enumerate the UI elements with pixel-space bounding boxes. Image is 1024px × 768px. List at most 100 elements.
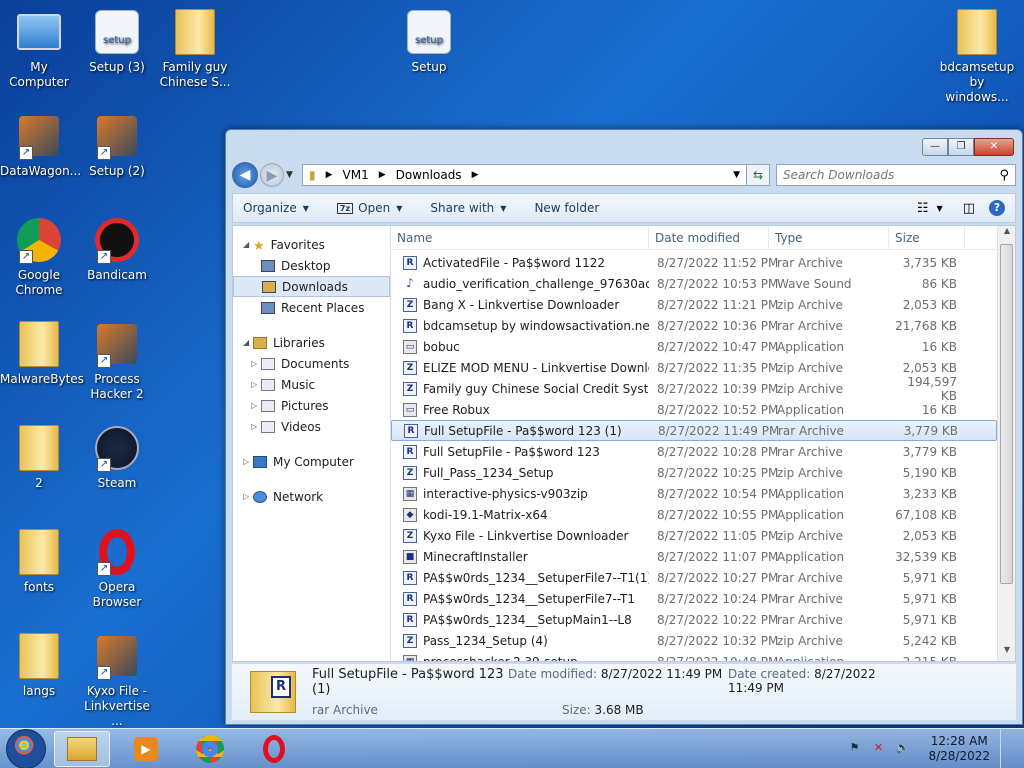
- show-desktop-button[interactable]: [1000, 728, 1014, 768]
- desktop-icon[interactable]: MalwareBytes: [0, 320, 84, 387]
- file-name-text: kodi-19.1-Matrix-x64: [423, 507, 548, 522]
- column-date-modified[interactable]: Date modified: [649, 226, 769, 250]
- expand-triangle-icon[interactable]: ◢: [243, 240, 253, 249]
- action-center-icon[interactable]: ⚑: [846, 741, 862, 757]
- taskbar-opera[interactable]: [246, 731, 302, 767]
- minimize-button[interactable]: —: [922, 138, 948, 156]
- file-size: 2,215 KB: [889, 655, 965, 662]
- file-row[interactable]: R ActivatedFile - Pa$$word 1122 8/27/2022 …: [391, 252, 997, 273]
- taskbar-media-player[interactable]: ▶: [118, 731, 174, 767]
- preview-pane-icon[interactable]: ◫: [963, 201, 975, 216]
- start-button[interactable]: [6, 728, 46, 768]
- recent-pages-dropdown[interactable]: ▼: [286, 170, 298, 180]
- file-row[interactable]: ▭ bobuc 8/27/2022 10:47 PM Application 16 KB: [391, 336, 997, 357]
- desktop-icon[interactable]: ↗ Kyxo File - Linkvertise ...: [78, 632, 156, 729]
- nav-item-pictures[interactable]: ▷ Pictures: [233, 395, 390, 416]
- clock[interactable]: 12:28 AM 8/28/2022: [928, 734, 990, 764]
- close-button[interactable]: ✕: [974, 138, 1014, 156]
- column-size[interactable]: Size: [889, 226, 965, 250]
- file-row[interactable]: Z Full_Pass_1234_Setup 8/27/2022 10:25 PM z…: [391, 462, 997, 483]
- collapse-triangle-icon[interactable]: ▷: [251, 422, 261, 431]
- file-row[interactable]: R PA$$w0rds_1234__SetuperFile7--T1(1) 8/27…: [391, 567, 997, 588]
- scroll-thumb[interactable]: [1000, 244, 1013, 584]
- scroll-down-icon[interactable]: ▼: [998, 645, 1015, 661]
- file-row[interactable]: R PA$$w0rds_1234__SetupMain1--L8 8/27/2022…: [391, 609, 997, 630]
- nav-libraries[interactable]: ◢ Libraries: [233, 332, 390, 353]
- desktop-icon[interactable]: ↗ Process Hacker 2: [78, 320, 156, 402]
- view-options-icon[interactable]: ☷: [917, 201, 929, 216]
- file-row[interactable]: ▦ interactive-physics-v903zip 8/27/2022 10…: [391, 483, 997, 504]
- file-row[interactable]: R Full SetupFile - Pa$$word 123 8/27/2022 …: [391, 441, 997, 462]
- file-size: 21,768 KB: [895, 318, 957, 333]
- nav-favorites[interactable]: ◢ ★ Favorites: [233, 234, 390, 255]
- chevron-down-icon[interactable]: ▼: [937, 204, 943, 213]
- file-row[interactable]: Z Pass_1234_Setup (4) 8/27/2022 10:32 PM zi…: [391, 630, 997, 651]
- share-with-button[interactable]: Share with ▼: [430, 201, 506, 215]
- nav-item-recent-places[interactable]: Recent Places: [233, 297, 390, 318]
- file-date: 8/27/2022 11:05 PM: [657, 528, 779, 543]
- breadcrumb-downloads[interactable]: Downloads: [396, 168, 462, 182]
- nav-item-downloads[interactable]: Downloads: [233, 276, 390, 297]
- file-row[interactable]: ▦ processhacker-2.39-setup 8/27/2022 10:48…: [391, 651, 997, 661]
- desktop-icon[interactable]: 2: [0, 424, 78, 491]
- forward-button[interactable]: ▶: [260, 163, 284, 187]
- desktop-icon[interactable]: ↗ Opera Browser: [78, 528, 156, 610]
- column-name[interactable]: Name: [391, 226, 649, 250]
- collapse-triangle-icon[interactable]: ▷: [243, 492, 253, 501]
- refresh-button[interactable]: ⇆: [746, 164, 770, 186]
- desktop-icon[interactable]: fonts: [0, 528, 78, 595]
- file-row[interactable]: ■ MinecraftInstaller 8/27/2022 11:07 PM App…: [391, 546, 997, 567]
- nav-item-desktop[interactable]: Desktop: [233, 255, 390, 276]
- collapse-triangle-icon[interactable]: ▷: [251, 380, 261, 389]
- file-row[interactable]: Z Family guy Chinese Social Credit System…: [391, 375, 997, 403]
- back-button[interactable]: ◀: [232, 162, 258, 188]
- collapse-triangle-icon[interactable]: ▷: [251, 401, 261, 410]
- open-button[interactable]: 7z Open ▼: [336, 201, 402, 215]
- file-row[interactable]: ▭ Free Robux 8/27/2022 10:52 PM Application…: [391, 399, 997, 420]
- file-row[interactable]: R PA$$w0rds_1234__SetuperFile7--T1 8/27/20…: [391, 588, 997, 609]
- network-status-icon[interactable]: ✕: [870, 741, 886, 757]
- title-bar[interactable]: — ❐ ✕: [226, 130, 1022, 161]
- file-row[interactable]: R Full SetupFile - Pa$$word 123 (1) 8/27/2…: [391, 420, 997, 441]
- nav-my-computer[interactable]: ▷ My Computer: [233, 451, 390, 472]
- column-type[interactable]: Type: [769, 226, 889, 250]
- scroll-up-icon[interactable]: ▲: [998, 226, 1015, 242]
- desktop-icon[interactable]: ↗ Google Chrome: [0, 216, 78, 298]
- desktop-icon[interactable]: ↗ Setup (2): [78, 112, 156, 179]
- file-row[interactable]: Z Bang X - Linkvertise Downloader 8/27/202…: [391, 294, 997, 315]
- help-icon[interactable]: ?: [989, 200, 1005, 216]
- taskbar-chrome[interactable]: [182, 731, 238, 767]
- desktop-icon[interactable]: langs: [0, 632, 78, 699]
- nav-item-documents[interactable]: ▷ Documents: [233, 353, 390, 374]
- volume-icon[interactable]: 🔈: [894, 741, 910, 757]
- desktop-icon[interactable]: ↗ Steam: [78, 424, 156, 491]
- desktop-icon[interactable]: My Computer: [0, 8, 78, 90]
- desktop-icon[interactable]: Family guy Chinese S...: [156, 8, 234, 90]
- taskbar-explorer[interactable]: [54, 730, 110, 767]
- file-row[interactable]: Z Kyxo File - Linkvertise Downloader 8/27/…: [391, 525, 997, 546]
- search-input[interactable]: [783, 168, 983, 182]
- nav-network[interactable]: ▷ Network: [233, 486, 390, 507]
- file-row[interactable]: Rbdcamsetup by windowsactivation.net 8/27…: [391, 315, 997, 336]
- address-dropdown-icon[interactable]: ▼: [733, 170, 740, 180]
- expand-triangle-icon[interactable]: ◢: [243, 338, 253, 347]
- desktop-icon[interactable]: bdcamsetup by windows...: [938, 8, 1016, 105]
- file-row[interactable]: ◆ kodi-19.1-Matrix-x64 8/27/2022 10:55 PM A…: [391, 504, 997, 525]
- nav-item-videos[interactable]: ▷ Videos: [233, 416, 390, 437]
- breadcrumb-vm1[interactable]: VM1: [343, 168, 369, 182]
- maximize-button[interactable]: ❐: [948, 138, 974, 156]
- desktop-icon[interactable]: ↗ DataWagon...: [0, 112, 81, 179]
- breadcrumb-separator-icon: ▶: [471, 170, 479, 180]
- search-box[interactable]: ⚲: [776, 164, 1016, 186]
- desktop-icon[interactable]: setup Setup: [390, 8, 468, 75]
- organize-button[interactable]: Organize ▼: [243, 201, 309, 215]
- nav-item-music[interactable]: ▷ Music: [233, 374, 390, 395]
- vertical-scrollbar[interactable]: ▲ ▼: [997, 226, 1015, 661]
- address-bar[interactable]: ▮ ▶ VM1 ▶ Downloads ▶ ▼: [302, 164, 747, 186]
- desktop-icon[interactable]: ↗ Bandicam: [78, 216, 156, 283]
- new-folder-button[interactable]: New folder: [534, 201, 599, 215]
- collapse-triangle-icon[interactable]: ▷: [243, 457, 253, 466]
- collapse-triangle-icon[interactable]: ▷: [251, 359, 261, 368]
- file-row[interactable]: ♪ audio_verification_challenge_97630ad941…: [391, 273, 997, 294]
- desktop-icon[interactable]: setup Setup (3): [78, 8, 156, 75]
